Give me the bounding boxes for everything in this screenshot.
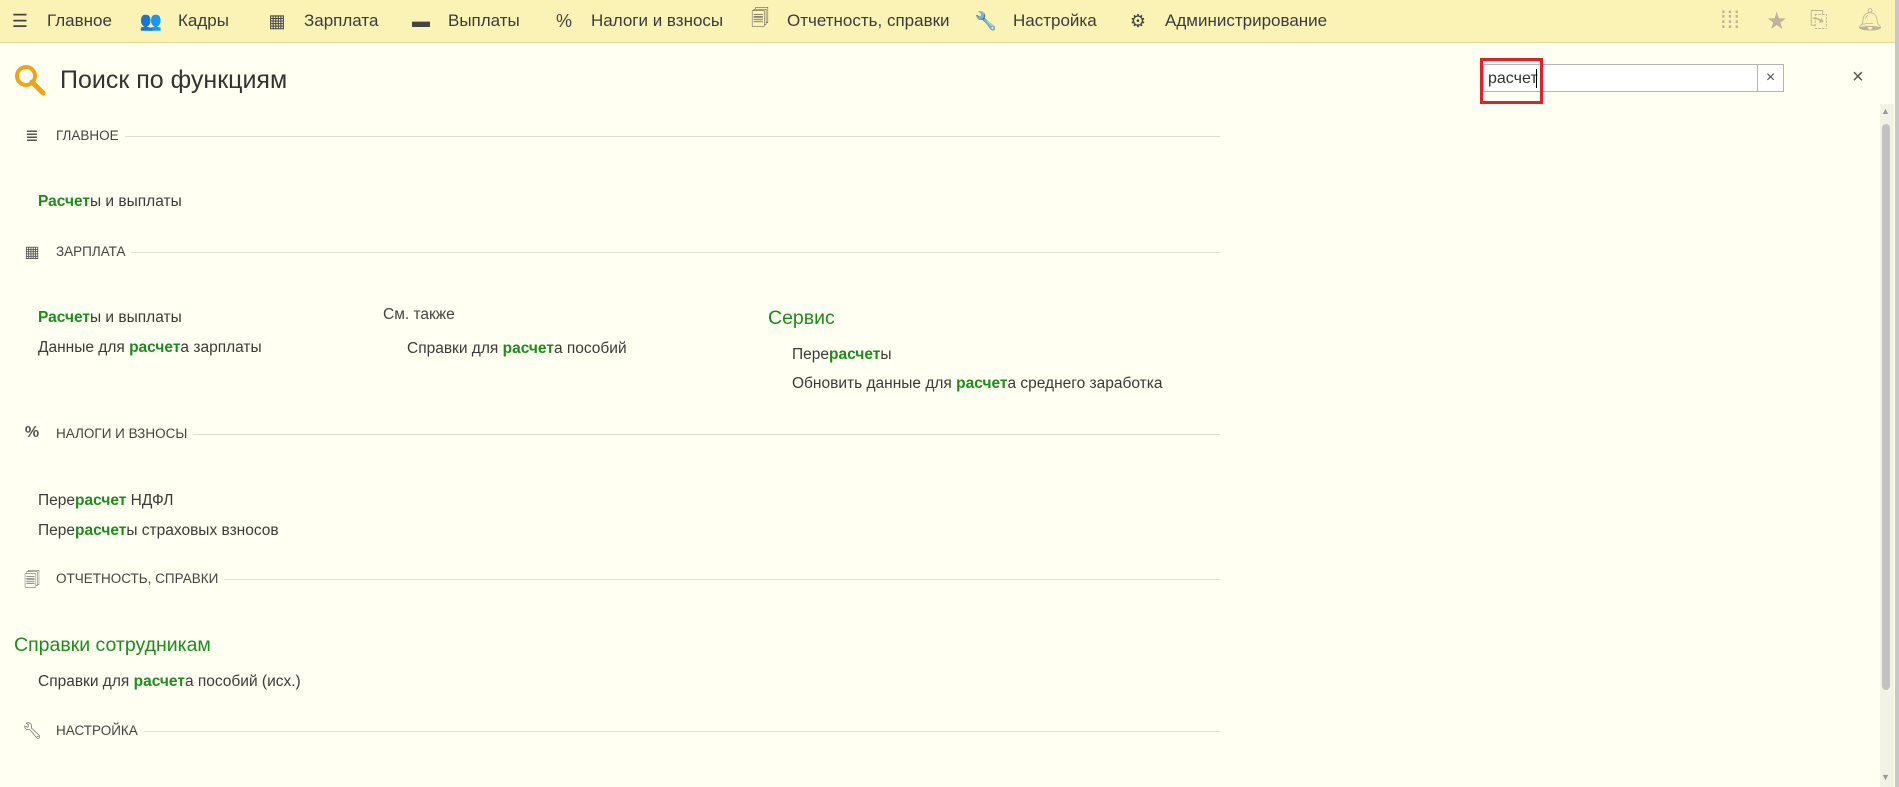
section-label: НАЛОГИ И ВЗНОСЫ	[56, 426, 194, 441]
gear-icon: ⚙	[1129, 10, 1147, 31]
section-main: ≣ ГЛАВНОЕ	[0, 126, 1220, 146]
highlight-box	[1480, 58, 1543, 104]
scroll-up-icon[interactable]: ▲	[1881, 106, 1890, 116]
link-benefit-certificates-outgoing[interactable]: Справки для расчета пособий (исх.)	[38, 673, 301, 691]
link-salary-calculations[interactable]: Расчеты и выплаты	[38, 309, 182, 327]
section-divider	[56, 434, 1220, 435]
wrench-icon: 🔧	[974, 10, 998, 31]
section-salary: ▦ ЗАРПЛАТА	[0, 242, 1220, 262]
section-divider	[56, 252, 1220, 253]
hamburger-icon: ☰	[11, 10, 29, 31]
calculator-icon: ▦	[24, 244, 40, 261]
menu-item-salary[interactable]: ▦ Зарплата	[265, 0, 378, 42]
section-label: ЗАРПЛАТА	[56, 244, 132, 259]
history-icon[interactable]: ⎘	[1810, 7, 1828, 33]
scrollbar-thumb[interactable]	[1882, 124, 1890, 690]
search-icon	[15, 65, 46, 96]
menu-item-label: Настройка	[1013, 11, 1097, 30]
menu-item-reports[interactable]: 🗐 Отчетность, справки	[748, 0, 950, 42]
menu-item-settings[interactable]: 🔧 Настройка	[974, 0, 1097, 42]
menu-item-taxes[interactable]: % Налоги и взносы	[552, 0, 723, 42]
section-divider	[56, 731, 1220, 732]
window-edge	[1895, 0, 1899, 787]
section-settings: 🔧︎ НАСТРОЙКА	[0, 721, 1220, 741]
apps-grid-icon[interactable]: ⁞⁞⁞	[1720, 7, 1740, 35]
menu-item-label: Главное	[47, 11, 112, 30]
menu-item-label: Администрирование	[1165, 11, 1328, 30]
menu-item-personnel[interactable]: 👥 Кадры	[139, 0, 229, 42]
page-header: Поиск по функциям	[14, 62, 287, 98]
menu-item-label: Отчетность, справки	[787, 11, 950, 30]
section-taxes: % НАЛОГИ И ВЗНОСЫ	[0, 424, 1220, 444]
see-also-label: См. также	[383, 306, 455, 323]
percent-icon: %	[555, 10, 572, 31]
bell-icon[interactable]: 🔔︎	[1856, 7, 1884, 33]
section-reports: 🗐 ОТЧЕТНОСТЬ, СПРАВКИ	[0, 569, 1220, 589]
documents-icon: 🗐	[751, 8, 769, 28]
close-icon[interactable]: ×	[1852, 66, 1864, 89]
menu-item-payments[interactable]: ▬ Выплаты	[409, 0, 520, 42]
hamburger-icon: ≣	[25, 128, 39, 145]
wrench-icon: 🔧︎	[22, 723, 43, 740]
menu-item-main[interactable]: ☰ Главное	[8, 0, 112, 42]
menu-item-label: Налоги и взносы	[591, 11, 724, 30]
section-label: ГЛАВНОЕ	[56, 128, 125, 143]
link-main-calculations[interactable]: Расчеты и выплаты	[38, 193, 182, 211]
star-icon[interactable]: ★	[1766, 7, 1788, 36]
link-insurance-recalculations[interactable]: Перерасчеты страховых взносов	[38, 522, 279, 540]
search-clear-button[interactable]: ×	[1758, 64, 1784, 92]
section-label: НАСТРОЙКА	[56, 723, 144, 738]
scroll-down-icon[interactable]: ▼	[1881, 772, 1890, 782]
menu-item-admin[interactable]: ⚙ Администрирование	[1126, 0, 1327, 42]
people-icon: 👥	[139, 10, 163, 31]
menu-item-label: Зарплата	[304, 11, 379, 30]
page-title: Поиск по функциям	[60, 65, 288, 94]
link-recalculations[interactable]: Перерасчеты	[792, 346, 891, 364]
percent-icon: %	[24, 424, 40, 441]
menu-item-label: Кадры	[178, 11, 229, 30]
group-title-employee-certificates: Справки сотрудникам	[14, 634, 211, 656]
link-ndfl-recalculation[interactable]: Перерасчет НДФЛ	[38, 492, 173, 510]
documents-icon: 🗐	[24, 572, 40, 589]
section-label: ОТЧЕТНОСТЬ, СПРАВКИ	[56, 571, 225, 586]
top-menu-bar: ☰ Главное 👥 Кадры ▦ Зарплата ▬ Выплаты %…	[0, 0, 1899, 43]
link-update-average-earnings[interactable]: Обновить данные для расчета среднего зар…	[792, 375, 1162, 393]
link-benefit-certificates[interactable]: Справки для расчета пособий	[407, 340, 627, 358]
link-salary-data[interactable]: Данные для расчета зарплаты	[38, 339, 262, 357]
group-title-service: Сервис	[768, 307, 835, 329]
section-divider	[56, 579, 1220, 580]
calculator-icon: ▦	[268, 10, 286, 31]
wallet-icon: ▬	[412, 10, 430, 31]
menu-item-label: Выплаты	[448, 11, 520, 30]
section-divider	[56, 136, 1220, 137]
